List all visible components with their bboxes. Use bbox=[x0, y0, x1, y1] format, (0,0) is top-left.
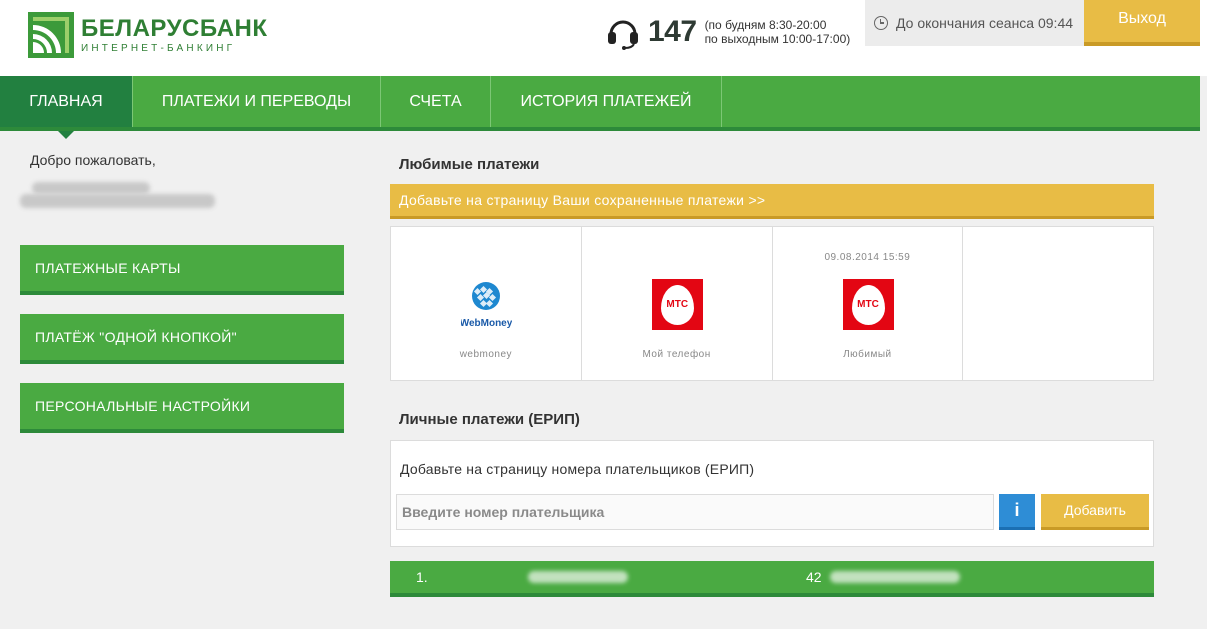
info-button[interactable]: i bbox=[999, 494, 1035, 530]
logout-button[interactable]: Выход bbox=[1084, 0, 1200, 46]
mts-logo-text: МТС bbox=[851, 284, 885, 325]
mts-icon: МТС bbox=[842, 279, 894, 330]
hotline: 147 (по будням 8:30-20:00 по выходным 10… bbox=[605, 14, 850, 50]
erip-hint: Добавьте на страницу номера плательщиков… bbox=[400, 461, 755, 477]
favorite-empty-slot bbox=[963, 227, 1153, 380]
welcome-text: Добро пожаловать, bbox=[30, 152, 156, 168]
webmoney-icon: WebMoney bbox=[460, 279, 513, 330]
user-name-redacted bbox=[20, 178, 220, 218]
payer-account: 42 bbox=[806, 569, 822, 585]
payer-account-redacted bbox=[830, 571, 960, 583]
favorite-date: 09.08.2014 15:59 bbox=[824, 252, 911, 263]
bank-logo[interactable]: БЕЛАРУСБАНК ИНТЕРНЕТ-БАНКИНГ bbox=[28, 12, 268, 58]
svg-text:WebMoney: WebMoney bbox=[461, 318, 512, 329]
logo-name: БЕЛАРУСБАНК bbox=[81, 14, 268, 42]
clock-icon bbox=[874, 16, 888, 30]
belarusbank-logo-icon bbox=[28, 12, 74, 58]
payer-index: 1. bbox=[416, 569, 428, 585]
favorite-payment-my-phone[interactable]: МТС Мой телефон bbox=[582, 227, 773, 380]
add-favorites-banner[interactable]: Добавьте на страницу Ваши сохраненные пл… bbox=[390, 184, 1154, 219]
favorites-title: Любимые платежи bbox=[399, 156, 540, 173]
nav-item-history[interactable]: ИСТОРИЯ ПЛАТЕЖЕЙ bbox=[491, 76, 722, 127]
session-timer: До окончания сеанса 09:44 bbox=[865, 0, 1084, 46]
nav-item-home[interactable]: ГЛАВНАЯ bbox=[0, 76, 133, 139]
favorites-grid: WebMoney webmoney МТС Мой телефон 09.08.… bbox=[390, 226, 1154, 381]
nav-item-payments[interactable]: ПЛАТЕЖИ И ПЕРЕВОДЫ bbox=[133, 76, 381, 127]
main-nav: ГЛАВНАЯ ПЛАТЕЖИ И ПЕРЕВОДЫ СЧЕТА ИСТОРИЯ… bbox=[0, 76, 1200, 139]
mts-logo-text: МТС bbox=[660, 284, 694, 325]
nav-item-accounts[interactable]: СЧЕТА bbox=[381, 76, 491, 127]
personal-settings-button[interactable]: ПЕРСОНАЛЬНЫЕ НАСТРОЙКИ bbox=[20, 383, 344, 433]
favorite-payment-favorite[interactable]: 09.08.2014 15:59 МТС Любимый bbox=[773, 227, 964, 380]
mts-icon: МТС bbox=[651, 279, 703, 330]
erip-title: Личные платежи (ЕРИП) bbox=[399, 411, 580, 428]
favorite-label: Любимый bbox=[843, 349, 892, 360]
one-click-payment-button[interactable]: ПЛАТЁЖ "ОДНОЙ КНОПКОЙ" bbox=[20, 314, 344, 364]
headset-icon bbox=[608, 20, 638, 50]
hotline-hours-weekdays: (по будням 8:30-20:00 bbox=[704, 18, 827, 32]
session-timer-text: До окончания сеанса 09:44 bbox=[896, 15, 1074, 31]
favorite-payment-webmoney[interactable]: WebMoney webmoney bbox=[391, 227, 582, 380]
logo-subtitle: ИНТЕРНЕТ-БАНКИНГ bbox=[81, 42, 236, 54]
payment-cards-button[interactable]: ПЛАТЕЖНЫЕ КАРТЫ bbox=[20, 245, 344, 295]
hotline-number: 147 bbox=[648, 15, 697, 48]
payer-row[interactable]: 1. 42 bbox=[390, 561, 1154, 597]
payer-name-redacted bbox=[528, 571, 628, 583]
erip-form: Добавьте на страницу номера плательщиков… bbox=[390, 440, 1154, 547]
header: БЕЛАРУСБАНК ИНТЕРНЕТ-БАНКИНГ 147 (по буд… bbox=[0, 0, 1207, 76]
add-payer-button[interactable]: Добавить bbox=[1041, 494, 1149, 530]
payer-number-input[interactable] bbox=[396, 494, 994, 530]
hotline-hours-weekend: по выходным 10:00-17:00) bbox=[704, 32, 851, 46]
favorite-label: Мой телефон bbox=[642, 349, 711, 360]
hotline-hours: (по будням 8:30-20:00 по выходным 10:00-… bbox=[705, 18, 851, 46]
favorite-label: webmoney bbox=[459, 349, 513, 360]
